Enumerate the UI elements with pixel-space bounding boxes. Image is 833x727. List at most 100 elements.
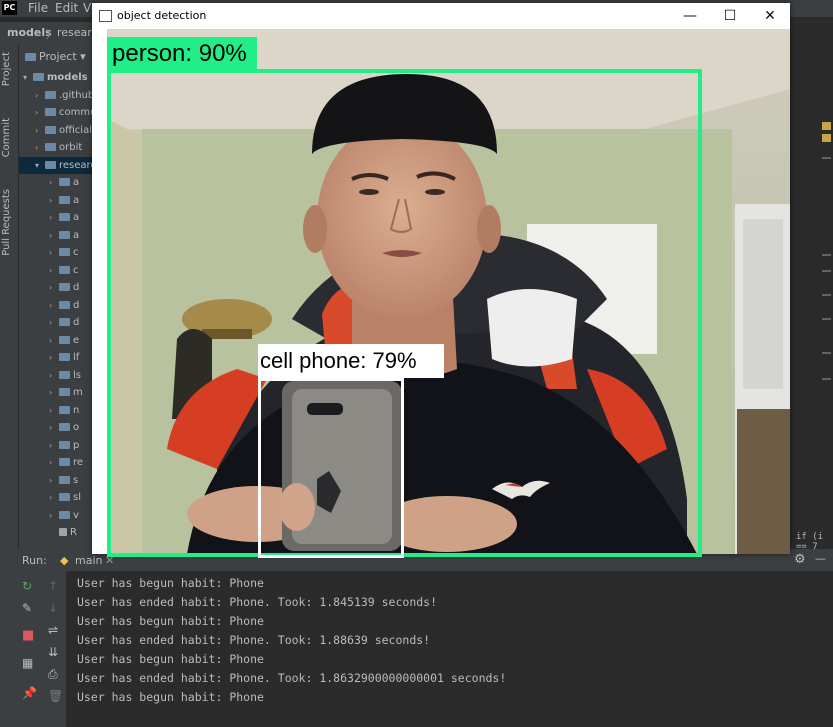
tree-item[interactable]: › .github [19, 87, 96, 104]
menu-view[interactable]: V [83, 1, 91, 15]
chevron-right-icon[interactable]: › [35, 122, 45, 139]
menu-edit[interactable]: Edit [55, 1, 78, 15]
folder-icon [59, 265, 70, 274]
tree-item[interactable]: › n [19, 402, 96, 419]
tree-item[interactable]: › d [19, 279, 96, 296]
tree-item[interactable]: ▾ research [19, 156, 96, 174]
stop-icon[interactable]: ■ [22, 628, 34, 643]
scroll-up-icon[interactable]: ↑ [48, 579, 58, 593]
chevron-right-icon[interactable]: › [49, 507, 59, 524]
tree-item[interactable]: › c [19, 244, 96, 261]
chevron-down-icon[interactable]: ▾ [35, 157, 45, 174]
chevron-right-icon[interactable]: › [49, 209, 59, 226]
tree-item-label: d [73, 317, 80, 328]
tree-item[interactable]: › orbit [19, 139, 96, 156]
tree-item[interactable]: › community [19, 104, 96, 121]
chevron-right-icon[interactable]: › [49, 279, 59, 296]
chevron-right-icon[interactable]: › [49, 227, 59, 244]
phone-detection-box [258, 378, 404, 558]
run-config-tab[interactable]: main [75, 554, 102, 567]
chevron-right-icon[interactable]: › [35, 104, 45, 121]
chevron-right-icon[interactable]: › [49, 384, 59, 401]
chevron-right-icon[interactable]: › [35, 87, 45, 104]
tree-item[interactable]: › s [19, 472, 96, 489]
tab-project[interactable]: Project [1, 52, 12, 86]
minimize-panel-icon[interactable]: — [815, 552, 826, 565]
pin-icon[interactable]: 📌 [22, 686, 37, 700]
menu-file[interactable]: File [28, 1, 48, 15]
tree-item[interactable]: › a [19, 174, 96, 191]
tree-item[interactable]: › d [19, 297, 96, 314]
project-folder-icon [25, 53, 36, 61]
chevron-right-icon[interactable]: › [49, 402, 59, 419]
breadcrumb-separator-icon: 〉 [46, 28, 57, 41]
chevron-right-icon[interactable]: › [49, 174, 59, 191]
chevron-right-icon[interactable]: › [49, 192, 59, 209]
chevron-right-icon[interactable]: › [49, 244, 59, 261]
tree-item[interactable]: › a [19, 209, 96, 226]
console-line: User has ended habit: Phone. Took: 1.845… [77, 595, 438, 609]
tab-pull-requests[interactable]: Pull Requests [1, 189, 12, 256]
chevron-right-icon[interactable]: › [49, 349, 59, 366]
chevron-right-icon[interactable]: › [35, 139, 45, 156]
chevron-right-icon[interactable]: › [49, 419, 59, 436]
tree-item[interactable]: › official [19, 122, 96, 139]
tree-item[interactable]: › d [19, 314, 96, 331]
chevron-right-icon[interactable]: › [49, 454, 59, 471]
close-window-button[interactable]: ✕ [755, 5, 785, 27]
tree-item[interactable]: › re [19, 454, 96, 471]
tree-item[interactable]: › c [19, 262, 96, 279]
folder-icon [59, 300, 70, 309]
chevron-right-icon[interactable]: › [49, 332, 59, 349]
breadcrumb-models[interactable]: models [7, 26, 52, 39]
rerun-icon[interactable]: ↻ [22, 579, 32, 593]
chevron-right-icon[interactable]: › [49, 314, 59, 331]
tree-item-label: .github [59, 89, 95, 101]
gutter-marker [822, 270, 831, 272]
tree-item[interactable]: ▾ models [19, 69, 96, 86]
tree-item-label: ls [73, 369, 81, 381]
scroll-to-end-icon[interactable]: ⇊ [48, 645, 58, 659]
print-icon[interactable]: ⎙ [48, 667, 58, 682]
project-panel: Project ▾ ▾models›.github›community›offi… [19, 44, 96, 549]
modify-config-wrench-icon[interactable]: ✎ [22, 601, 32, 615]
chevron-right-icon[interactable]: › [49, 489, 59, 506]
chevron-right-icon[interactable]: › [49, 367, 59, 384]
tree-item[interactable]: › o [19, 419, 96, 436]
project-panel-header[interactable]: Project ▾ [25, 50, 86, 63]
tree-item[interactable]: › p [19, 437, 96, 454]
phone-detection-label: cell phone: 79% [260, 348, 417, 373]
soft-wrap-icon[interactable]: ⇌ [48, 623, 58, 637]
tree-item[interactable]: › a [19, 227, 96, 244]
tree-item[interactable]: › m [19, 384, 96, 401]
console-output[interactable]: User has begun habit: Phone User has end… [66, 571, 833, 727]
tree-item-label: a [73, 194, 80, 206]
tree-item-label: sl [73, 492, 81, 503]
tab-commit[interactable]: Commit [1, 118, 12, 157]
tree-item[interactable]: › lf [19, 349, 96, 366]
tree-item[interactable]: › v [19, 507, 96, 524]
layout-icon[interactable]: ▦ [22, 656, 33, 670]
tree-item-label: v [73, 509, 79, 521]
chevron-right-icon[interactable]: › [49, 262, 59, 279]
chevron-right-icon[interactable]: › [49, 437, 59, 454]
tree-item[interactable]: › e [19, 332, 96, 349]
chevron-right-icon[interactable]: › [49, 472, 59, 489]
maximize-window-button[interactable]: ☐ [715, 5, 745, 27]
trash-icon[interactable]: 🗑 [48, 689, 63, 703]
chevron-right-icon[interactable]: › [49, 297, 59, 314]
tree-item-label: e [73, 334, 80, 346]
run-settings-gear-icon[interactable]: ⚙ [794, 552, 806, 567]
tree-item[interactable]: › sl [19, 489, 96, 506]
editor-right-strip: if (i == 7 [790, 22, 833, 552]
console-line: User has begun habit: Phone [77, 614, 264, 628]
tree-item-label: d [73, 282, 80, 293]
chevron-down-icon[interactable]: ▾ [23, 69, 33, 86]
minimize-window-button[interactable]: — [675, 5, 705, 27]
folder-icon [59, 510, 70, 519]
scroll-down-icon[interactable]: ↓ [48, 601, 58, 615]
tree-item[interactable]: R [19, 524, 96, 541]
tree-item[interactable]: › a [19, 192, 96, 209]
console-line: User has ended habit: Phone. Took: 1.863… [77, 671, 507, 685]
tree-item[interactable]: › ls [19, 367, 96, 384]
